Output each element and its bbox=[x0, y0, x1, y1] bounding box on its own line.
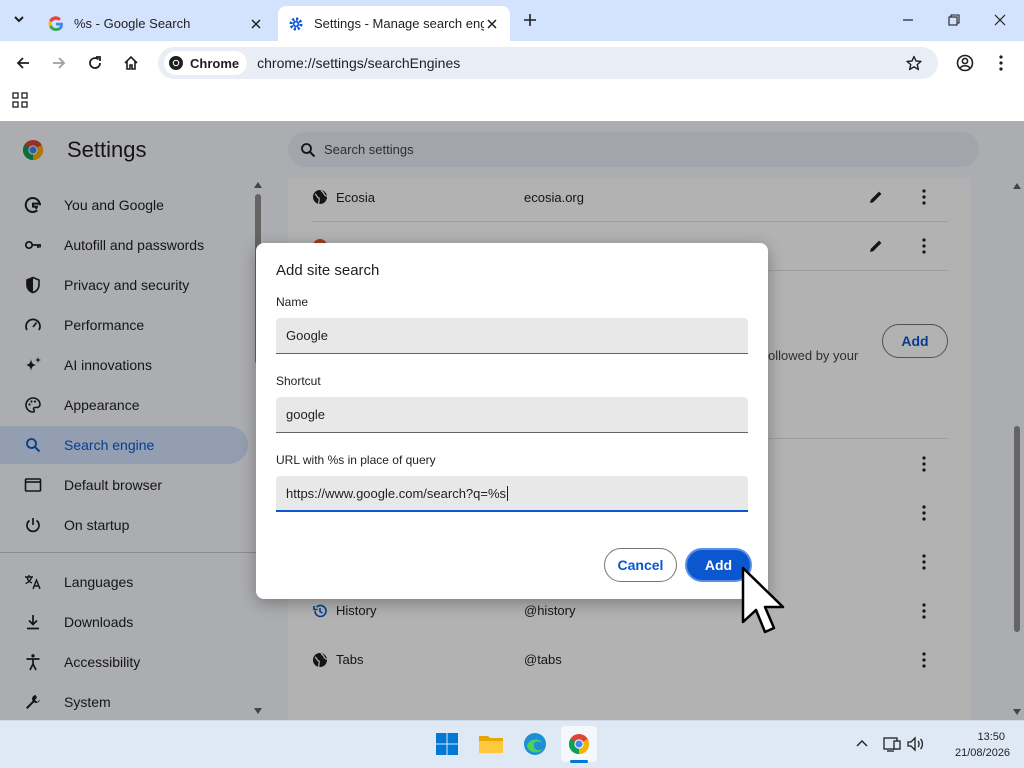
close-tab-icon[interactable] bbox=[248, 16, 264, 32]
text-caret bbox=[507, 485, 509, 501]
close-window-button[interactable] bbox=[984, 4, 1016, 36]
tab-title: Settings - Manage search engines bbox=[314, 16, 484, 31]
volume-icon bbox=[907, 736, 924, 752]
close-icon bbox=[994, 14, 1006, 26]
chrome-taskbar-button[interactable] bbox=[561, 726, 597, 762]
shortcut-field[interactable]: google bbox=[276, 397, 748, 433]
profile-icon bbox=[956, 54, 974, 72]
windows-start-icon bbox=[436, 733, 458, 755]
active-app-indicator bbox=[570, 760, 588, 763]
clock[interactable]: 13:50 21/08/2026 bbox=[955, 729, 1011, 761]
bookmark-button[interactable] bbox=[898, 47, 930, 79]
name-field[interactable]: Google bbox=[276, 318, 748, 354]
network-icon bbox=[883, 737, 901, 752]
reload-icon bbox=[89, 56, 101, 69]
home-icon bbox=[124, 55, 138, 70]
minimize-button[interactable] bbox=[892, 4, 924, 36]
star-icon bbox=[906, 55, 922, 71]
file-explorer-icon bbox=[479, 736, 503, 753]
clock-time: 13:50 bbox=[977, 731, 1005, 743]
edge-icon bbox=[524, 733, 546, 755]
google-g-icon bbox=[48, 15, 63, 31]
file-explorer-button[interactable] bbox=[473, 726, 509, 762]
chevron-up-icon bbox=[856, 740, 868, 747]
show-hidden-icons-button[interactable] bbox=[846, 728, 878, 760]
forward-arrow-icon bbox=[53, 57, 66, 69]
new-tab-button[interactable] bbox=[514, 4, 546, 36]
shortcut-label: Shortcut bbox=[276, 374, 321, 388]
chip-label: Chrome bbox=[190, 55, 240, 71]
add-site-search-dialog: Add site search Name Google Shortcut goo… bbox=[256, 243, 768, 599]
tab-settings[interactable]: Settings - Manage search engines bbox=[278, 6, 510, 41]
name-label: Name bbox=[276, 295, 309, 309]
url-field[interactable]: https://www.google.com/search?q=%s bbox=[276, 476, 748, 512]
shortcut-value: google bbox=[286, 407, 326, 422]
apps-grid-icon bbox=[12, 92, 28, 108]
dialog-title: Add site search bbox=[276, 262, 380, 279]
tab-title: %s - Google Search bbox=[74, 16, 191, 31]
back-button[interactable] bbox=[7, 47, 39, 79]
close-tab-icon[interactable] bbox=[484, 16, 500, 32]
restore-button[interactable] bbox=[938, 4, 970, 36]
edge-button[interactable] bbox=[517, 726, 553, 762]
url-label: URL with %s in place of query bbox=[276, 453, 436, 467]
clock-date: 21/08/2026 bbox=[955, 747, 1011, 759]
plus-icon bbox=[524, 14, 536, 26]
home-button[interactable] bbox=[115, 47, 147, 79]
tab-search-button[interactable] bbox=[4, 4, 34, 34]
site-info-chip[interactable]: Chrome bbox=[164, 51, 248, 75]
chrome-logo-icon bbox=[169, 56, 183, 70]
reload-button[interactable] bbox=[79, 47, 111, 79]
mouse-cursor-icon bbox=[741, 566, 785, 634]
restore-icon bbox=[948, 14, 960, 26]
cancel-button[interactable]: Cancel bbox=[604, 548, 677, 582]
apps-button[interactable] bbox=[4, 84, 36, 116]
bookmarks-bar bbox=[0, 84, 1024, 121]
start-button[interactable] bbox=[429, 726, 465, 762]
menu-button[interactable] bbox=[985, 47, 1017, 79]
more-vert-icon bbox=[999, 55, 1003, 71]
url-text: chrome://settings/searchEngines bbox=[257, 55, 461, 71]
forward-button[interactable] bbox=[43, 47, 75, 79]
name-value: Google bbox=[286, 328, 328, 343]
system-tray-button[interactable] bbox=[878, 728, 930, 760]
chevron-down-icon bbox=[14, 16, 24, 23]
address-bar[interactable]: Chrome chrome://settings/searchEngines bbox=[158, 47, 938, 79]
tab-google-search[interactable]: %s - Google Search bbox=[38, 6, 274, 41]
minimize-icon bbox=[903, 19, 913, 21]
gear-icon bbox=[289, 17, 303, 30]
url-value: https://www.google.com/search?q=%s bbox=[286, 485, 507, 501]
back-arrow-icon bbox=[16, 57, 29, 69]
chrome-icon bbox=[569, 734, 589, 754]
profile-button[interactable] bbox=[949, 47, 981, 79]
